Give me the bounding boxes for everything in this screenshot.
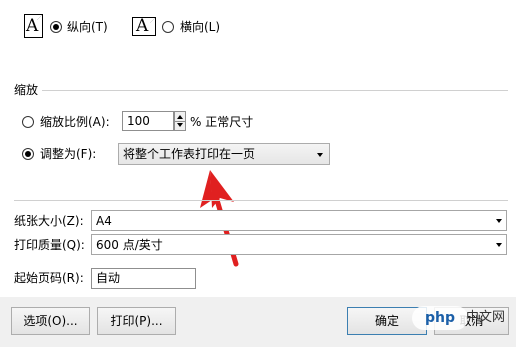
chevron-down-icon xyxy=(317,153,323,157)
arrow-head xyxy=(210,170,234,208)
landscape-page-icon: A xyxy=(132,16,156,36)
php-logo-watermark: php xyxy=(412,306,468,330)
print-quality-label: 打印质量(Q): xyxy=(14,238,85,252)
scale-percent-suffix: % 正常尺寸 xyxy=(190,115,254,129)
scaling-group-title: 缩放 xyxy=(14,83,39,97)
fit-to-radio[interactable] xyxy=(22,148,34,160)
fit-to-label: 调整为(F): xyxy=(40,147,97,161)
scale-percent-label: 缩放比例(A): xyxy=(40,115,110,129)
scale-percent-stepper[interactable] xyxy=(174,111,186,131)
landscape-radio[interactable] xyxy=(162,21,174,33)
stepper-down-icon[interactable] xyxy=(177,123,183,127)
print-button[interactable]: 打印(P)... xyxy=(97,307,176,335)
paper-size-select[interactable]: A4 xyxy=(91,210,507,231)
paper-size-label: 纸张大小(Z): xyxy=(14,214,84,228)
first-page-number-label: 起始页码(R): xyxy=(14,271,84,285)
scaling-group-divider xyxy=(42,90,508,91)
site-watermark-text: 中文网 xyxy=(466,310,506,325)
paper-size-value: A4 xyxy=(96,214,112,228)
print-quality-select[interactable]: 600 点/英寸 xyxy=(91,234,507,255)
scale-percent-radio[interactable] xyxy=(22,116,34,128)
landscape-label: 横向(L) xyxy=(180,20,221,34)
options-button[interactable]: 选项(O)... xyxy=(11,307,90,335)
first-page-number-input[interactable]: 自动 xyxy=(91,268,196,289)
stepper-up-icon[interactable] xyxy=(177,115,183,119)
scale-percent-input[interactable]: 100 xyxy=(122,111,174,131)
portrait-radio[interactable] xyxy=(50,21,62,33)
chevron-down-icon xyxy=(496,243,502,247)
chevron-down-icon xyxy=(496,219,502,223)
fit-to-select-value: 将整个工作表打印在一页 xyxy=(123,147,256,161)
section-divider xyxy=(14,200,508,201)
portrait-label: 纵向(T) xyxy=(67,20,108,34)
portrait-page-icon: A xyxy=(24,14,43,38)
print-quality-value: 600 点/英寸 xyxy=(96,238,163,252)
